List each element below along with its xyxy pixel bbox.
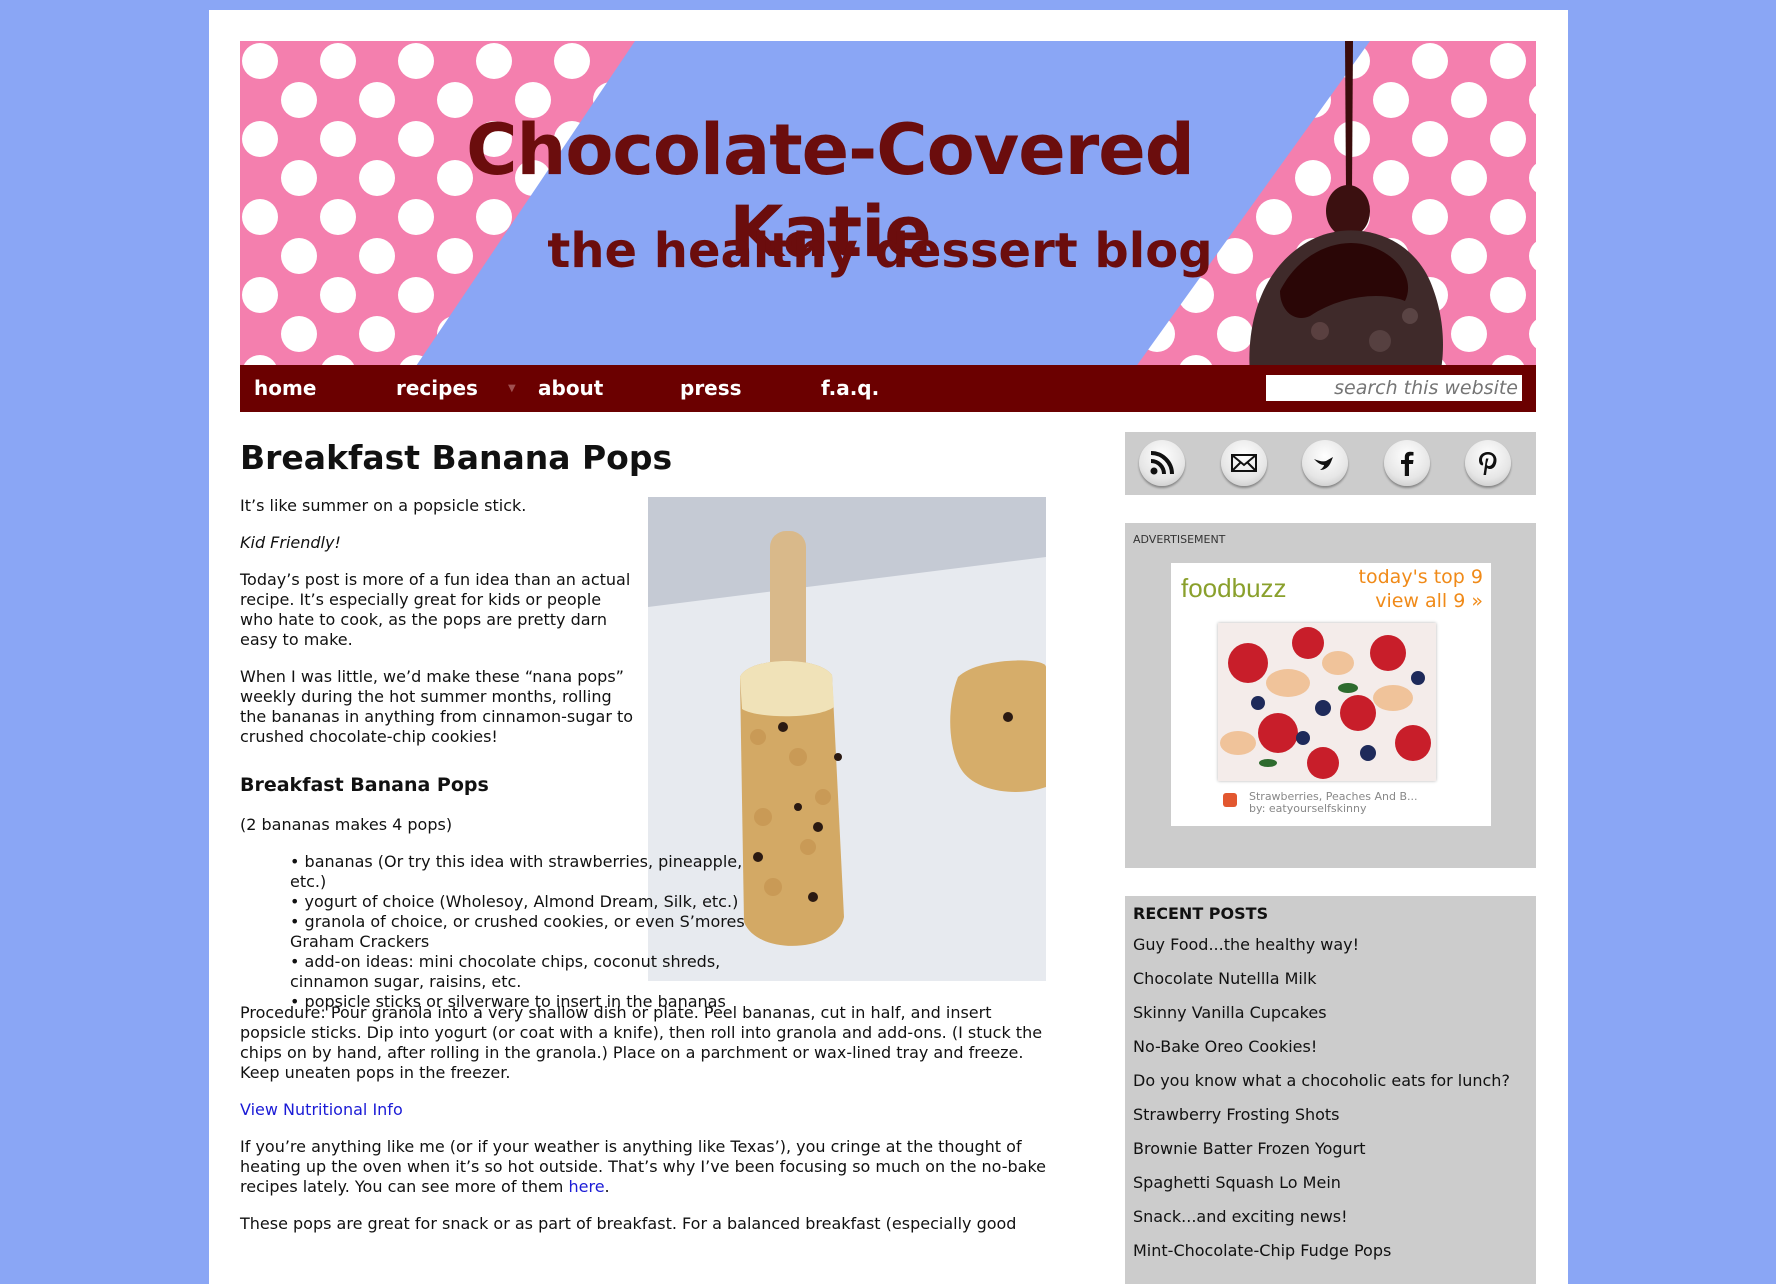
foodbuzz-top[interactable]: today's top 9 view all 9 »	[1359, 565, 1483, 613]
recent-post-link[interactable]: Skinny Vanilla Cupcakes	[1133, 1004, 1510, 1038]
ingredient-item: add-on ideas: mini chocolate chips, coco…	[290, 952, 760, 992]
recent-posts-list: Guy Food...the healthy way! Chocolate Nu…	[1133, 936, 1510, 1276]
recent-post-link[interactable]: Strawberry Frosting Shots	[1133, 1106, 1510, 1140]
here-link[interactable]: here	[568, 1177, 604, 1196]
nutrition-link[interactable]: View Nutritional Info	[240, 1100, 403, 1119]
facebook-icon[interactable]	[1384, 440, 1430, 486]
nav-about[interactable]: about	[538, 365, 603, 412]
post-paragraph: These pops are great for snack or as par…	[240, 1214, 1017, 1233]
dropdown-arrow-icon[interactable]: ▼	[508, 383, 516, 394]
paragraph-text: If you’re anything like me (or if your w…	[240, 1137, 1047, 1196]
paragraph-text: .	[604, 1177, 610, 1196]
social-icons-bar	[1125, 432, 1536, 495]
email-icon[interactable]	[1221, 440, 1267, 486]
advertisement-box: ADVERTISEMENT foodbuzz today's top 9 vie…	[1125, 523, 1536, 868]
nav-recipes[interactable]: recipes	[396, 365, 478, 412]
site-tagline: the healthy dessert blog	[547, 223, 1213, 279]
post-paragraph: If you’re anything like me (or if your w…	[240, 1137, 1060, 1197]
recipe-yield: (2 bananas makes 4 pops)	[240, 815, 453, 834]
procedure-section: Procedure: Pour granola into a very shal…	[240, 1003, 1060, 1251]
recent-post-link[interactable]: Guy Food...the healthy way!	[1133, 936, 1510, 970]
header-banner[interactable]: Chocolate-Covered Katie the healthy dess…	[240, 41, 1536, 375]
post-title[interactable]: Breakfast Banana Pops	[240, 438, 672, 477]
ingredient-item: granola of choice, or crushed cookies, o…	[290, 912, 760, 952]
fruit-salad-photo[interactable]	[1218, 623, 1436, 781]
pinterest-icon[interactable]	[1465, 440, 1511, 486]
recent-post-link[interactable]: Brownie Batter Frozen Yogurt	[1133, 1140, 1510, 1174]
nav-press[interactable]: press	[680, 365, 742, 412]
recipe-title: Breakfast Banana Pops	[240, 774, 489, 796]
ad-caption-by: by: eatyourselfskinny	[1249, 802, 1367, 815]
post-paragraph: When I was little, we’d make these “nana…	[240, 667, 634, 746]
procedure-text: Procedure: Pour granola into a very shal…	[240, 1003, 1043, 1082]
foodbuzz-badge-icon	[1223, 793, 1237, 807]
recent-post-link[interactable]: Snack...and exciting news!	[1133, 1208, 1510, 1242]
recent-post-link[interactable]: Chocolate Nutellla Milk	[1133, 970, 1510, 1004]
intro-text: It’s like summer on a popsicle stick.	[240, 496, 527, 515]
page-container: Chocolate-Covered Katie the healthy dess…	[209, 10, 1568, 1284]
recent-post-link[interactable]: Mint-Chocolate-Chip Fudge Pops	[1133, 1242, 1510, 1276]
top-line: today's top 9	[1358, 566, 1483, 588]
main-nav: home recipes ▼ about press f.a.q.	[240, 365, 1536, 412]
kid-friendly-tag: Kid Friendly!	[240, 533, 341, 552]
ingredient-item: bananas (Or try this idea with strawberr…	[290, 852, 760, 892]
ad-caption[interactable]: Strawberries, Peaches And B... by: eatyo…	[1249, 791, 1417, 815]
recent-posts-box: RECENT POSTS Guy Food...the healthy way!…	[1125, 896, 1536, 1284]
recent-post-link[interactable]: Spaghetti Squash Lo Mein	[1133, 1174, 1510, 1208]
post-paragraph: Today’s post is more of a fun idea than …	[240, 570, 631, 649]
ingredient-item: yogurt of choice (Wholesoy, Almond Dream…	[290, 892, 760, 912]
foodbuzz-widget[interactable]: foodbuzz today's top 9 view all 9 » Stra…	[1171, 563, 1491, 826]
view-all-link[interactable]: view all 9 »	[1359, 589, 1483, 613]
nav-home[interactable]: home	[254, 365, 316, 412]
search-input[interactable]	[1266, 375, 1522, 401]
foodbuzz-logo[interactable]: foodbuzz	[1181, 573, 1287, 604]
recent-posts-title: RECENT POSTS	[1133, 904, 1269, 923]
intro-column: It’s like summer on a popsicle stick. Ki…	[240, 496, 745, 1012]
nav-faq[interactable]: f.a.q.	[821, 365, 879, 412]
recent-post-link[interactable]: No-Bake Oreo Cookies!	[1133, 1038, 1510, 1072]
ad-label: ADVERTISEMENT	[1133, 533, 1226, 546]
rss-icon[interactable]	[1139, 440, 1185, 486]
ingredient-list: bananas (Or try this idea with strawberr…	[240, 852, 760, 1012]
twitter-icon[interactable]	[1302, 440, 1348, 486]
recent-post-link[interactable]: Do you know what a chocoholic eats for l…	[1133, 1072, 1510, 1106]
